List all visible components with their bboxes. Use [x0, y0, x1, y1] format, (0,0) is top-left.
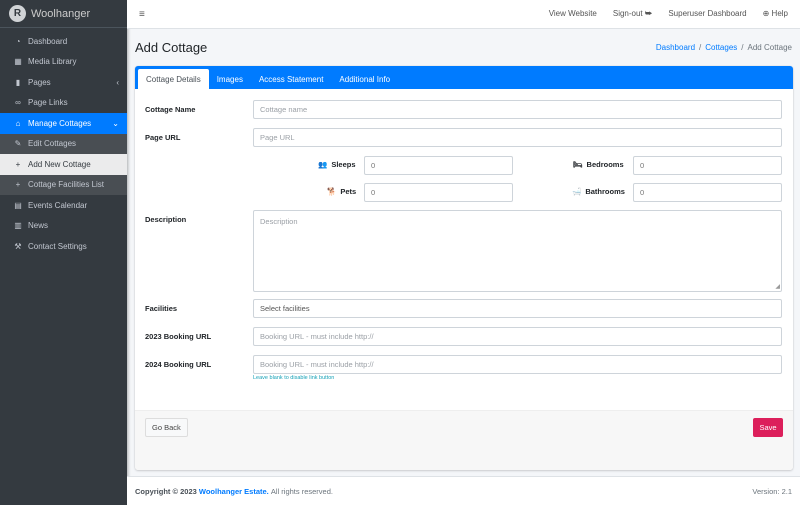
copyright-text: Copyright © 2023	[135, 486, 197, 496]
chevron-left-icon: ‹	[116, 77, 119, 87]
dog-icon: 🐕	[327, 187, 337, 196]
dashboard-icon: ◔	[15, 36, 21, 46]
sidebar-item-label: News	[28, 221, 49, 231]
sidebar-nav: ◔ Dashboard ▦ Media Library ▮ Pages ‹ ∞ Page …	[0, 28, 127, 257]
sidebar-item-label: Manage Cottages	[28, 118, 92, 128]
sidebar-item-dashboard[interactable]: ◔ Dashboard	[0, 31, 127, 52]
tab-cottage-details[interactable]: Cottage Details	[138, 69, 209, 89]
sidebar-item-events-calendar[interactable]: ▤ Events Calendar	[0, 195, 127, 216]
tab-access-statement[interactable]: Access Statement	[251, 69, 331, 89]
sidebar-item-label: Edit Cottages	[28, 139, 77, 149]
sidebar-item-manage-cottages[interactable]: ⌂ Manage Cottages ⌄	[0, 113, 127, 134]
cottage-form-card: Cottage Details Images Access Statement …	[135, 66, 793, 470]
link-icon: ∞	[15, 98, 21, 108]
superuser-dashboard-link[interactable]: Superuser Dashboard	[668, 9, 746, 19]
newspaper-icon: ▥	[14, 221, 22, 231]
sidebar-item-cottage-facilities[interactable]: + Cottage Facilities List	[0, 174, 127, 195]
booking-2023-label: 2023 Booking URL	[145, 332, 212, 341]
sidebar-item-add-new-cottage[interactable]: + Add New Cottage	[0, 154, 127, 175]
sidebar: R Woolhanger ◔ Dashboard ▦ Media Library ▮…	[0, 0, 127, 505]
sidebar-item-page-links[interactable]: ∞ Page Links	[0, 93, 127, 114]
card-footer: Go Back Save	[135, 410, 793, 470]
bedrooms-label: 🛏 Bedrooms	[573, 160, 624, 169]
brand-link[interactable]: R Woolhanger	[0, 0, 127, 28]
cottage-name-input[interactable]: Cottage name	[253, 100, 782, 119]
page-footer: Copyright © 2023 Woolhanger Estate. All …	[127, 476, 800, 505]
menu-toggle-icon[interactable]: ≡	[139, 9, 145, 20]
page-url-input[interactable]: Page URL	[253, 128, 782, 147]
sidebar-item-label: Page Links	[28, 98, 68, 108]
sign-out-link[interactable]: Sign-out ⮩	[613, 9, 652, 19]
bedrooms-input[interactable]: 0	[633, 156, 782, 175]
pets-input[interactable]: 0	[364, 183, 513, 202]
plus-icon: +	[15, 159, 21, 169]
sidebar-item-label: Add New Cottage	[28, 159, 91, 169]
calendar-icon: ▤	[14, 200, 22, 210]
sidebar-item-label: Cottage Facilities List	[28, 180, 105, 190]
booking-help-text: Leave blank to disable link button	[253, 375, 335, 381]
tab-images[interactable]: Images	[209, 69, 251, 89]
content-wrapper: Add Cottage Dashboard / Cottages / Add Cotta…	[127, 29, 800, 470]
plus-icon: +	[15, 180, 21, 190]
help-link[interactable]: ⊕ Help	[763, 9, 788, 19]
booking-2023-input[interactable]: Booking URL - must include http://	[253, 327, 782, 346]
brand-logo-icon: R	[9, 5, 26, 22]
facilities-select[interactable]: Select facilities	[253, 299, 782, 318]
sidebar-item-label: Events Calendar	[28, 200, 88, 210]
sidebar-item-label: Media Library	[28, 57, 77, 67]
sidebar-item-edit-cottages[interactable]: ✎ Edit Cottages	[0, 133, 127, 154]
sidebar-item-media-library[interactable]: ▦ Media Library	[0, 52, 127, 73]
sleeps-label: 👥 Sleeps	[318, 160, 356, 169]
sidebar-item-pages[interactable]: ▮ Pages ‹	[0, 72, 127, 93]
description-textarea[interactable]: Description ◢	[253, 210, 782, 292]
resize-handle-icon[interactable]: ◢	[775, 283, 780, 290]
sidebar-item-label: Dashboard	[28, 36, 68, 46]
facilities-label: Facilities	[145, 304, 178, 313]
images-icon: ▦	[14, 57, 22, 67]
breadcrumb-cottages[interactable]: Cottages	[705, 43, 737, 52]
sidebar-item-news[interactable]: ▥ News	[0, 216, 127, 237]
cottage-name-label: Cottage Name	[145, 105, 196, 114]
bed-icon: 🛏	[573, 160, 583, 169]
home-icon: ⌂	[15, 118, 21, 128]
users-icon: 👥	[318, 160, 328, 169]
sleeps-input[interactable]: 0	[364, 156, 513, 175]
edit-icon: ✎	[14, 139, 22, 149]
view-website-link[interactable]: View Website	[549, 9, 597, 19]
tab-additional-info[interactable]: Additional Info	[331, 69, 398, 89]
sidebar-item-label: Pages	[28, 77, 51, 87]
page-title: Add Cottage	[135, 40, 208, 55]
tab-bar: Cottage Details Images Access Statement …	[135, 66, 793, 89]
top-links: View Website Sign-out ⮩ Superuser Dashbo…	[533, 9, 788, 19]
sidebar-item-contact-settings[interactable]: ⚒ Contact Settings	[0, 236, 127, 257]
chevron-down-icon: ⌄	[112, 118, 119, 128]
company-link[interactable]: Woolhanger Estate.	[199, 487, 269, 496]
top-navbar: ≡ View Website Sign-out ⮩ Superuser Dash…	[127, 0, 800, 29]
bathrooms-label: 🛁 Bathrooms	[572, 187, 625, 196]
save-button[interactable]: Save	[753, 418, 783, 437]
pets-label: 🐕 Pets	[327, 187, 357, 196]
breadcrumb-current: Add Cottage	[747, 43, 792, 52]
breadcrumb: Dashboard / Cottages / Add Cottage	[655, 43, 792, 52]
breadcrumb-dashboard[interactable]: Dashboard	[656, 43, 695, 52]
page-header: Add Cottage Dashboard / Cottages / Add Cotta…	[127, 29, 800, 66]
file-icon: ▮	[15, 77, 21, 87]
wrench-icon: ⚒	[14, 241, 22, 251]
brand-name: Woolhanger	[31, 7, 91, 20]
booking-2024-input[interactable]: Booking URL - must include http://	[253, 355, 782, 374]
description-label: Description	[145, 215, 187, 224]
booking-2024-label: 2024 Booking URL	[145, 360, 212, 369]
page-url-label: Page URL	[145, 133, 181, 142]
bath-icon: 🛁	[572, 187, 582, 196]
sidebar-item-label: Contact Settings	[28, 241, 87, 251]
bathrooms-input[interactable]: 0	[633, 183, 782, 202]
version-text: Version: 2.1	[752, 486, 792, 496]
go-back-button[interactable]: Go Back	[145, 418, 188, 437]
rights-text: All rights reserved.	[270, 486, 333, 496]
